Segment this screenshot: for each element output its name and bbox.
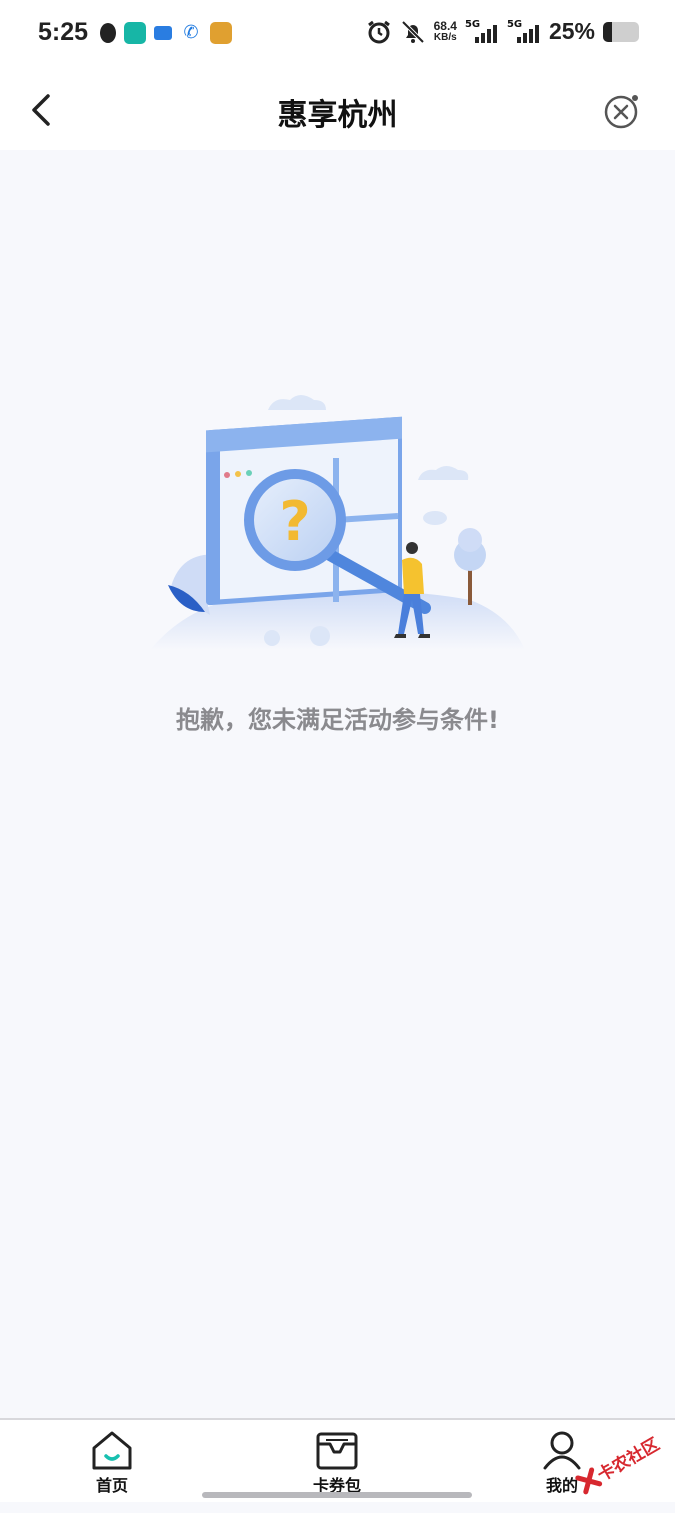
network-speed-value: 68.4 (433, 18, 457, 33)
sim1-label: 5G (464, 18, 481, 30)
home-indicator[interactable] (202, 1492, 472, 1498)
close-circle-icon[interactable] (603, 90, 643, 130)
svg-text:?: ? (279, 490, 310, 553)
alarm-icon (367, 20, 390, 43)
sim1-signal: 5G (464, 18, 499, 43)
tab-home-label: 首页 (95, 1476, 128, 1495)
mute-bell-icon (401, 20, 425, 43)
system-icons: 68.4 KB/s 5G 5G 25% (366, 18, 639, 45)
notification-icons: ✆ (100, 22, 232, 44)
battery-icon (603, 21, 639, 42)
empty-state-message: 抱歉，您未满足活动参与条件! (176, 706, 499, 734)
magnifier-question-illustration: ? (150, 395, 525, 650)
nav-bar: 惠享杭州 (0, 72, 675, 150)
sim2-signal: 5G (506, 18, 541, 43)
home-icon (92, 1431, 132, 1470)
tab-home[interactable]: 首页 (72, 1428, 152, 1496)
telecom-icon: ✆ (183, 22, 199, 43)
boss-zhipin-icon (124, 22, 146, 44)
network-speed-unit: KB/s (433, 31, 457, 43)
battery-percent: 25% (548, 18, 595, 44)
message-icon (154, 26, 172, 40)
game-icon (210, 22, 232, 44)
page-title: 惠享杭州 (277, 98, 398, 133)
qq-icon (100, 23, 116, 43)
battery-fill (603, 21, 612, 42)
status-bar: 5:25 ✆ 68.4 KB/s 5G 5G 25% (0, 0, 675, 72)
wallet-icon (316, 1432, 358, 1470)
network-speed: 68.4 KB/s (434, 20, 457, 44)
status-time: 5:25 (38, 18, 89, 46)
tab-wallet[interactable]: 卡券包 (297, 1428, 377, 1496)
sim2-label: 5G (506, 18, 523, 30)
